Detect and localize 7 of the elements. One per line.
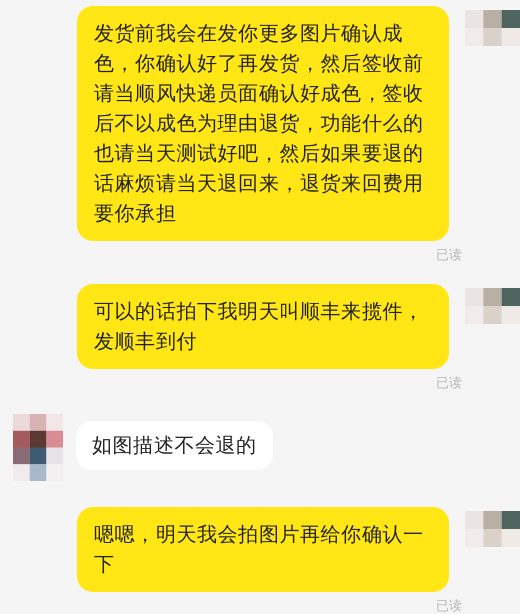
message-bubble: 嗯嗯，明天我会拍图片再给你确认一下 — [77, 507, 449, 592]
read-status: 已读 — [436, 374, 462, 392]
message-bubble: 发货前我会在发你更多图片确认成色，你确认好了再发货，然后签收前请当顺风快递员面确认好成色，签收后不以成色为理由退货，功能什么的也请当天测试好吧，然后如果要退的话麻烦请当天退回来，退货来回费用要你承担 — [77, 6, 449, 241]
message-bubble: 可以的话拍下我明天叫顺丰来揽件，发顺丰到付 — [77, 284, 449, 369]
read-status: 已读 — [436, 597, 462, 614]
read-status: 已读 — [436, 246, 462, 264]
message-bubble: 如图描述不会退的 — [76, 421, 273, 470]
